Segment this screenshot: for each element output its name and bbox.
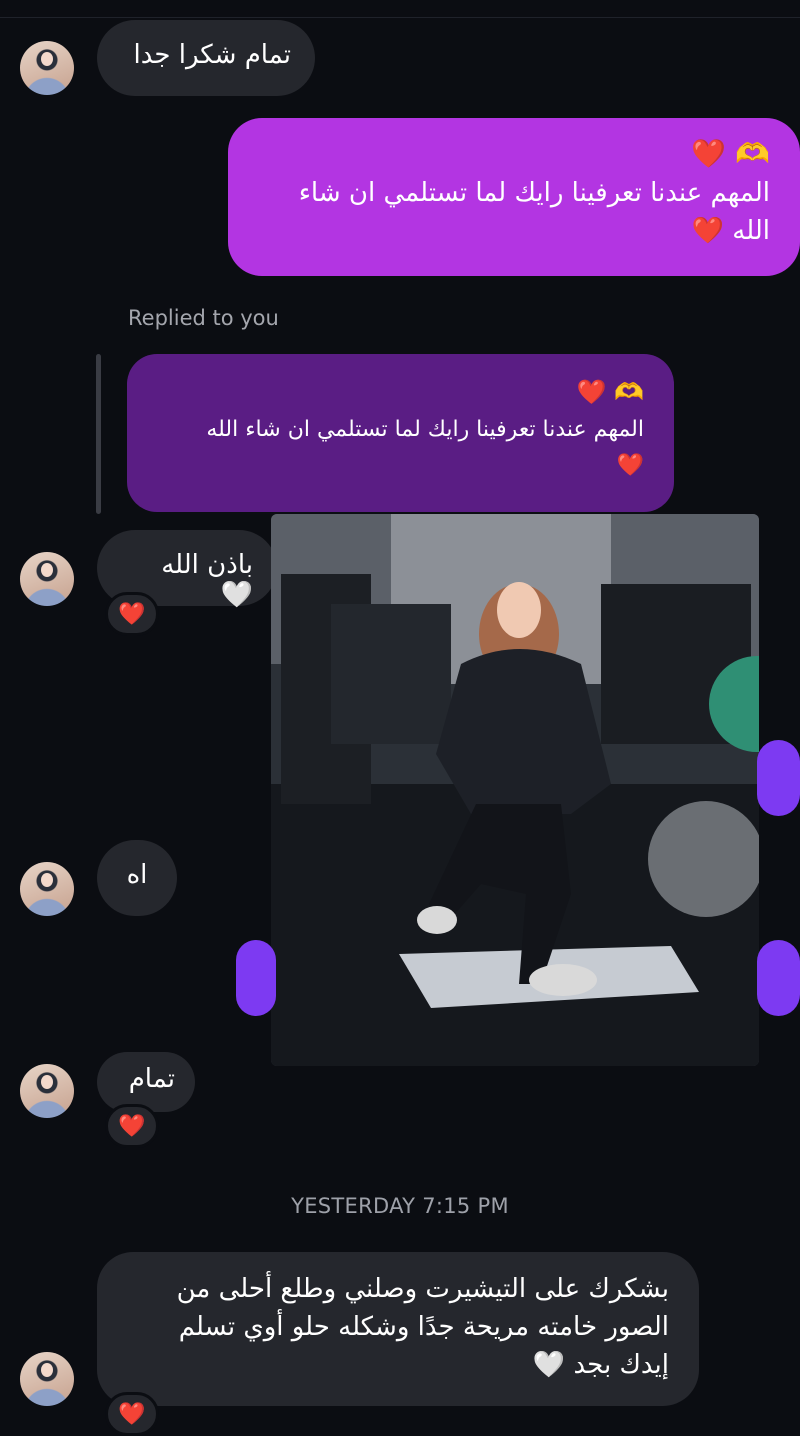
outgoing-message[interactable]: 🫶 ❤️ المهم عندنا تعرفينا رايك لما تستلمي… <box>228 118 800 276</box>
heart-reaction-icon[interactable]: ❤️ <box>105 1104 159 1148</box>
incoming-message[interactable]: تمام <box>97 1052 195 1112</box>
avatar[interactable] <box>20 1064 74 1118</box>
message-text: تمام شكرا جدا <box>133 40 291 70</box>
reaction-emoji: ❤️ <box>118 601 146 627</box>
heart-reaction-icon[interactable]: ❤️ <box>105 592 159 636</box>
incoming-message[interactable]: بشكرك على التيشيرت وصلني وطلع أحلى من ال… <box>97 1252 699 1406</box>
message-text: الصور خامته مريحة جدًا وشكله حلو أوي تسل… <box>178 1312 669 1342</box>
heart-reaction-icon[interactable]: ❤️ <box>105 1392 159 1436</box>
quoted-text: ❤️ <box>616 453 644 478</box>
outgoing-message-partial[interactable] <box>757 940 800 1016</box>
avatar[interactable] <box>20 41 74 95</box>
avatar[interactable] <box>20 552 74 606</box>
quoted-emoji: 🫶 ❤️ <box>576 378 644 406</box>
message-text: اه <box>126 860 148 890</box>
avatar[interactable] <box>20 1352 74 1406</box>
message-text: تمام <box>128 1064 175 1094</box>
reply-label: Replied to you <box>128 306 279 330</box>
incoming-message[interactable]: تمام شكرا جدا <box>97 20 315 96</box>
message-text: إيدك بجد 🤍 <box>532 1350 669 1380</box>
message-text: المهم عندنا تعرفينا رايك لما تستلمي ان ش… <box>298 178 770 208</box>
quoted-text: المهم عندنا تعرفينا رايك لما تستلمي ان ش… <box>206 417 644 442</box>
message-emoji: 🫶 ❤️ <box>691 137 770 170</box>
photo-illustration <box>271 514 759 1066</box>
outgoing-message-partial[interactable] <box>757 740 800 816</box>
quoted-message[interactable]: 🫶 ❤️ المهم عندنا تعرفينا رايك لما تستلمي… <box>127 354 674 512</box>
reaction-emoji: ❤️ <box>118 1113 146 1139</box>
message-text: باذن الله 🤍 <box>161 550 253 610</box>
reply-indicator <box>96 354 101 514</box>
reaction-emoji: ❤️ <box>118 1401 146 1427</box>
message-text: الله ❤️ <box>691 216 770 246</box>
top-divider <box>0 17 800 18</box>
avatar[interactable] <box>20 862 74 916</box>
date-separator: YESTERDAY 7:15 PM <box>291 1194 509 1218</box>
incoming-message[interactable]: اه <box>97 840 177 916</box>
outgoing-message-partial[interactable] <box>236 940 276 1016</box>
shared-photo[interactable] <box>271 514 759 1066</box>
message-text: بشكرك على التيشيرت وصلني وطلع أحلى من <box>176 1274 669 1304</box>
